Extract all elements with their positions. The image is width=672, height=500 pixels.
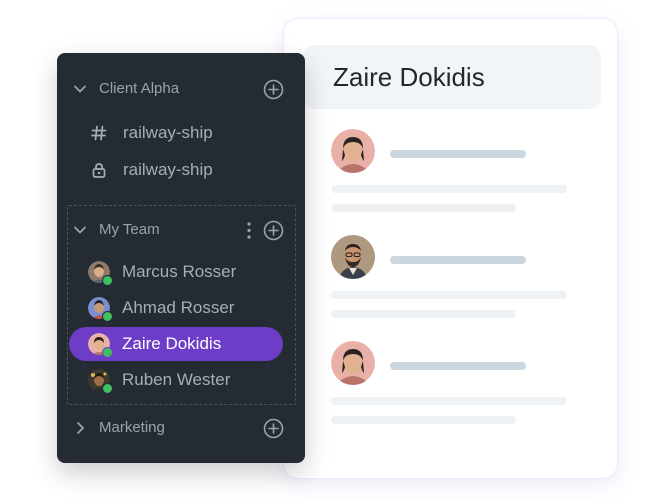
app-stage: Zaire Dokidis Client Alpha railway-ship … [0, 0, 672, 500]
avatar [331, 341, 375, 385]
add-channel-button[interactable] [263, 79, 284, 100]
member-name: Ahmad Rosser [122, 298, 235, 317]
chat-title: Zaire Dokidis [333, 62, 485, 92]
sender-name-placeholder [390, 362, 526, 370]
sender-name-placeholder [390, 150, 526, 158]
chat-header: Zaire Dokidis [303, 45, 601, 109]
message-item [331, 235, 571, 325]
sidebar: Client Alpha railway-ship railway-ship M… [57, 53, 305, 463]
channel-label: railway-ship [123, 123, 213, 142]
online-status-indicator [102, 275, 113, 286]
member-item[interactable]: Ruben Wester [69, 363, 283, 397]
online-status-indicator [102, 311, 113, 322]
section-header-marketing[interactable]: Marketing [57, 414, 305, 442]
member-item[interactable]: Ahmad Rosser [69, 291, 283, 325]
more-options-icon[interactable] [244, 221, 254, 240]
section-header-client-alpha[interactable]: Client Alpha [57, 75, 305, 103]
section-header-my-team[interactable]: My Team [57, 216, 305, 244]
channel-label: railway-ship [123, 160, 213, 179]
avatar [331, 235, 375, 279]
sender-name-placeholder [390, 256, 526, 264]
chevron-down-icon[interactable] [73, 82, 87, 96]
section-label: Marketing [99, 419, 165, 436]
message-item [331, 341, 571, 431]
member-name: Marcus Rosser [122, 262, 237, 281]
add-member-button[interactable] [263, 220, 284, 241]
chevron-right-icon[interactable] [73, 421, 87, 435]
channel-item[interactable]: railway-ship [57, 155, 305, 185]
online-status-indicator [102, 383, 113, 394]
add-channel-button[interactable] [263, 418, 284, 439]
member-item[interactable]: Marcus Rosser [69, 255, 283, 289]
chat-panel: Zaire Dokidis [284, 19, 617, 478]
message-item [331, 129, 571, 219]
section-label: My Team [99, 221, 160, 238]
message-text-placeholder [331, 310, 516, 318]
chevron-down-icon[interactable] [73, 223, 87, 237]
message-text-placeholder [331, 185, 567, 193]
section-label: Client Alpha [99, 80, 180, 97]
avatar [331, 129, 375, 173]
lock-icon [92, 163, 106, 178]
hash-icon [91, 125, 107, 141]
online-status-indicator [102, 347, 113, 358]
message-text-placeholder [331, 291, 567, 299]
message-text-placeholder [331, 397, 567, 405]
member-name: Ruben Wester [122, 370, 231, 389]
message-text-placeholder [331, 416, 516, 424]
member-item-active[interactable]: Zaire Dokidis [69, 327, 283, 361]
channel-item[interactable]: railway-ship [57, 118, 305, 148]
member-name: Zaire Dokidis [122, 334, 222, 353]
message-text-placeholder [331, 204, 516, 212]
